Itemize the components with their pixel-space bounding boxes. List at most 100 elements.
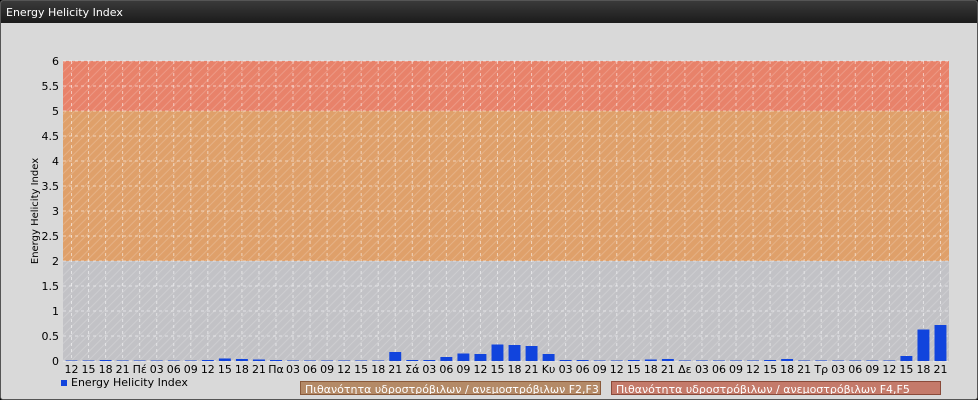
bar (610, 360, 623, 361)
y-tick-label: 5.5 (42, 80, 60, 93)
x-tick-label: 15 (763, 363, 777, 376)
bar (781, 359, 794, 361)
bar (559, 360, 572, 361)
bar (133, 360, 146, 361)
x-tick-label: 18 (508, 363, 522, 376)
legend-swatch (61, 380, 67, 386)
bar (798, 360, 811, 361)
bar (287, 360, 299, 361)
bar (713, 360, 725, 361)
bar (372, 360, 385, 361)
x-tick-label: 12 (337, 363, 351, 376)
x-tick-label: Τρ (813, 363, 828, 376)
bar (423, 360, 436, 361)
x-tick-label: 18 (99, 363, 113, 376)
x-tick-label: 15 (627, 363, 641, 376)
legend-zone-f4f5-label: Πιθανότητα υδροστρόβιλων / ανεμοστρόβιλω… (616, 383, 910, 395)
x-tick-label: 12 (610, 363, 624, 376)
legend-label: Energy Helicity Index (71, 376, 188, 389)
bar (593, 360, 606, 361)
x-tick-label: 12 (746, 363, 760, 376)
chart: 00.511.522.533.544.555.56 12 15 18 21 Πέ 03 06… (30, 55, 949, 376)
bar (627, 360, 640, 361)
y-tick-label: 0.5 (42, 330, 60, 343)
y-tick-label: 6 (52, 55, 59, 68)
bar (525, 346, 538, 361)
x-tick-label: 21 (797, 363, 811, 376)
bar (99, 360, 112, 361)
x-tick-label: 09 (729, 363, 743, 376)
y-axis-label: Energy Helicity Index (30, 158, 41, 264)
x-tick-label: 03 (150, 363, 164, 376)
x-tick-label: 15 (82, 363, 96, 376)
bar (900, 356, 913, 361)
bar (440, 357, 453, 361)
x-tick-label: 09 (320, 363, 334, 376)
x-tick-label: 09 (593, 363, 607, 376)
x-tick-label: 21 (933, 363, 947, 376)
bar (576, 360, 589, 361)
bar (82, 360, 95, 361)
bar (167, 360, 180, 361)
bar (116, 360, 129, 361)
x-tick-label: 21 (252, 363, 266, 376)
x-tick-label: Πέ (133, 363, 147, 376)
x-tick-label: 12 (882, 363, 896, 376)
legend-zone-f2f3-label: Πιθανότητα υδροστρόβιλων / ανεμοστρόβιλω… (305, 383, 599, 395)
bar (389, 352, 402, 361)
y-tick-label: 5 (52, 105, 59, 118)
bar (849, 360, 862, 361)
bar (235, 359, 248, 361)
x-tick-label: 09 (865, 363, 879, 376)
bar (457, 353, 470, 361)
bar (542, 354, 555, 361)
y-tick-label: 1.5 (42, 280, 60, 293)
x-tick-label: 18 (780, 363, 794, 376)
bar (474, 354, 487, 361)
y-tick-label: 2.5 (42, 230, 60, 243)
bar (252, 359, 265, 361)
x-tick-label: 09 (456, 363, 470, 376)
y-tick-label: 1 (52, 305, 59, 318)
bar (184, 360, 197, 361)
bar (355, 360, 368, 361)
x-tick-label: 03 (559, 363, 573, 376)
bar (730, 360, 742, 361)
bar (764, 360, 777, 361)
x-tick-label: 18 (644, 363, 658, 376)
bar (934, 325, 947, 361)
x-tick-label: Κυ (542, 363, 556, 376)
y-tick-label: 0 (52, 355, 59, 368)
x-tick-label: Σά (405, 363, 419, 376)
x-tick-label: 03 (422, 363, 436, 376)
window-title: Energy Helicity Index (6, 6, 123, 19)
bar (406, 360, 419, 361)
bar (661, 359, 674, 361)
bar (338, 360, 351, 361)
x-tick-label: 15 (490, 363, 504, 376)
x-tick-label: 18 (916, 363, 930, 376)
x-tick-label: 06 (303, 363, 317, 376)
x-tick-label: 03 (286, 363, 300, 376)
x-tick-label: Δε (678, 363, 692, 376)
x-tick-label: 21 (661, 363, 675, 376)
bar (218, 358, 231, 361)
x-tick-label: 06 (712, 363, 726, 376)
bar (201, 360, 214, 361)
bar (678, 360, 691, 361)
title-bar: Energy Helicity Index (1, 1, 977, 23)
x-tick-label: 06 (848, 363, 862, 376)
x-tick-label: 06 (576, 363, 590, 376)
bar (491, 344, 504, 361)
x-tick-label: 15 (899, 363, 913, 376)
x-tick-label: 18 (371, 363, 385, 376)
bar (644, 359, 657, 361)
chart-window: Energy Helicity Index 0 0.5 1 1.5 2 2.5 3 3.5 4 4… (0, 0, 978, 400)
x-tick-label: 15 (354, 363, 368, 376)
bar (321, 360, 334, 361)
x-tick-label: 21 (388, 363, 402, 376)
x-tick-label: 06 (167, 363, 181, 376)
x-tick-label: 15 (218, 363, 232, 376)
x-tick-label: 03 (695, 363, 709, 376)
bar (917, 329, 930, 361)
